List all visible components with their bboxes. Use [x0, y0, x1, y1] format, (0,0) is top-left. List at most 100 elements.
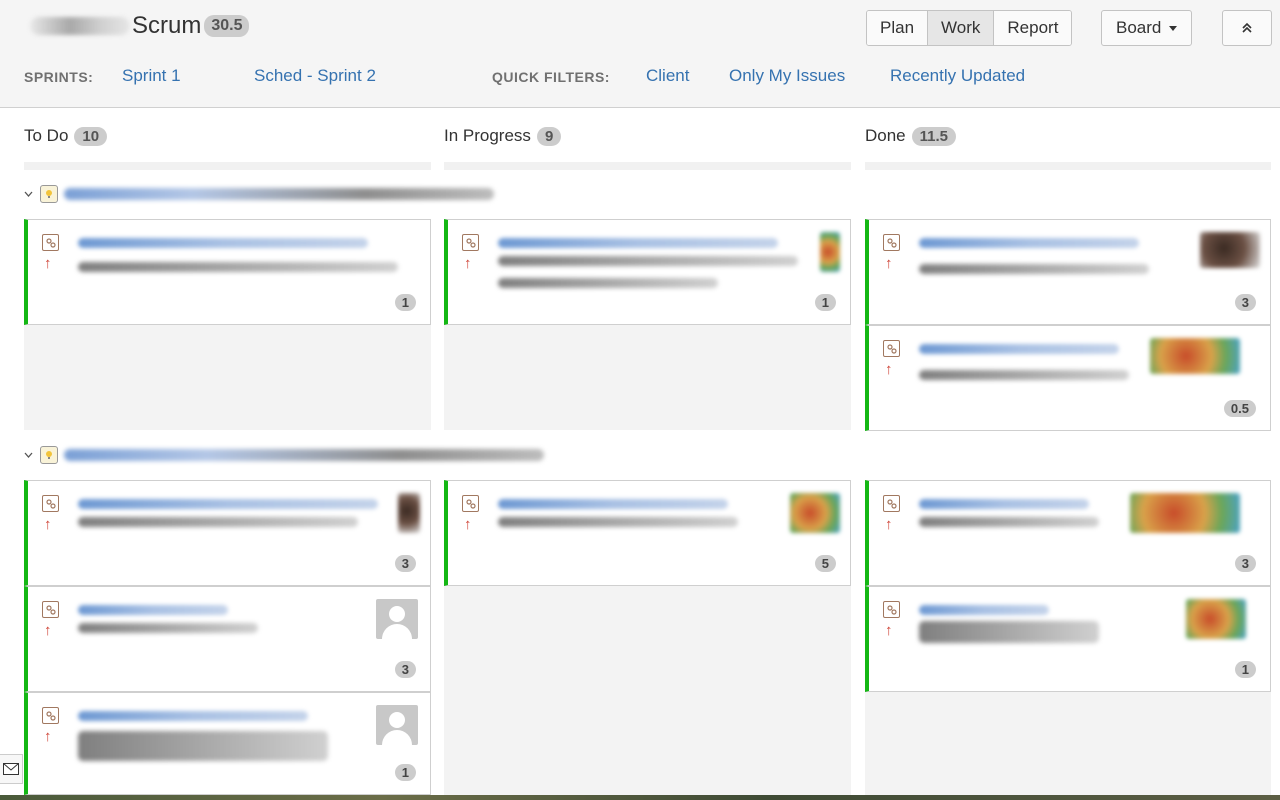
column-header-done: Done 11.5 [865, 126, 957, 146]
redacted-summary [498, 238, 778, 248]
epic-lightbulb-icon [40, 185, 58, 203]
column-divider [24, 162, 431, 170]
default-avatar-icon [376, 599, 418, 639]
story-type-icon [462, 495, 479, 512]
swimlane-header[interactable] [22, 184, 494, 204]
sched-sprint-2-link[interactable]: Sched - Sprint 2 [254, 66, 376, 86]
issue-card[interactable]: ↑ 3 [24, 480, 431, 586]
assignee-avatar [820, 232, 840, 272]
story-type-icon [42, 601, 59, 618]
desktop-background-strip [0, 795, 1280, 800]
board-menu-label: Board [1116, 18, 1162, 37]
redacted-summary [919, 264, 1149, 274]
estimate-badge: 3 [1234, 555, 1256, 572]
arrow-up-icon: ↑ [44, 622, 52, 639]
story-type-icon [462, 234, 479, 251]
arrow-up-icon: ↑ [464, 255, 472, 272]
redacted-summary [919, 344, 1119, 354]
story-type-icon [42, 495, 59, 512]
assignee-avatar [1200, 232, 1260, 268]
column-title: To Do [24, 126, 69, 145]
arrow-up-icon: ↑ [885, 361, 893, 378]
double-chevron-up-icon [1242, 22, 1252, 33]
redacted-summary [919, 370, 1129, 380]
redacted-summary [78, 711, 308, 721]
issue-card[interactable]: ↑ 0.5 [865, 325, 1271, 431]
board-title: Scrum 30.5 [30, 12, 250, 40]
sprint-1-link[interactable]: Sprint 1 [122, 66, 181, 86]
arrow-up-icon: ↑ [44, 516, 52, 533]
estimate-badge: 3 [394, 661, 416, 678]
redacted-summary [498, 256, 798, 266]
issue-card[interactable]: ↑ 1 [24, 219, 431, 325]
assignee-avatar [790, 493, 840, 533]
issue-card[interactable]: ↑ 3 [865, 480, 1271, 586]
column-title: In Progress [444, 126, 531, 145]
arrow-up-icon: ↑ [44, 255, 52, 272]
quick-filters-label: QUICK FILTERS: [492, 69, 610, 85]
client-filter[interactable]: Client [646, 66, 689, 86]
redacted-swimlane-title [64, 449, 544, 461]
redacted-summary [919, 499, 1089, 509]
swimlane-header[interactable] [22, 445, 544, 465]
board-title-text: Scrum [132, 12, 202, 39]
column-title: Done [865, 126, 906, 145]
redacted-summary [919, 621, 1099, 643]
story-type-icon [883, 495, 900, 512]
estimate-badge: 5 [814, 555, 836, 572]
story-type-icon [883, 601, 900, 618]
estimate-badge: 1 [814, 294, 836, 311]
redacted-summary [919, 517, 1099, 527]
redacted-summary [498, 517, 738, 527]
work-mode-button[interactable]: Work [928, 11, 995, 45]
estimate-badge: 1 [1234, 661, 1256, 678]
redacted-summary [919, 605, 1049, 615]
recently-updated-filter[interactable]: Recently Updated [890, 66, 1025, 86]
chevron-down-icon[interactable] [22, 188, 34, 200]
board-header: Scrum 30.5 Plan Work Report Board SPRINT… [0, 0, 1280, 108]
column-count-badge: 11.5 [911, 126, 957, 146]
assignee-avatar [398, 493, 420, 533]
story-type-icon [883, 340, 900, 357]
redacted-summary [78, 731, 328, 761]
report-mode-button[interactable]: Report [994, 11, 1072, 45]
column-count-badge: 10 [74, 126, 108, 146]
story-type-icon [883, 234, 900, 251]
plan-mode-button[interactable]: Plan [867, 11, 929, 45]
arrow-up-icon: ↑ [885, 255, 893, 272]
issue-card[interactable]: ↑ 1 [24, 692, 431, 795]
estimate-badge: 3 [394, 555, 416, 572]
chevron-down-icon[interactable] [22, 449, 34, 461]
issue-card[interactable]: ↑ 3 [865, 219, 1271, 325]
redacted-summary [78, 517, 358, 527]
arrow-up-icon: ↑ [464, 516, 472, 533]
issue-card[interactable]: ↑ 5 [444, 480, 851, 586]
redacted-project-name [30, 17, 130, 35]
issue-card[interactable]: ↑ 1 [444, 219, 851, 325]
redacted-summary [78, 623, 258, 633]
default-avatar-icon [376, 705, 418, 745]
estimate-badge: 1 [394, 764, 416, 781]
feedback-button[interactable] [0, 754, 23, 784]
collapse-header-button[interactable] [1222, 10, 1272, 46]
redacted-summary [78, 262, 398, 272]
filter-bar: SPRINTS: Sprint 1 Sched - Sprint 2 QUICK… [0, 66, 1280, 88]
column-divider [444, 162, 851, 170]
issue-card[interactable]: ↑ 1 [865, 586, 1271, 692]
epic-lightbulb-icon [40, 446, 58, 464]
issue-card[interactable]: ↑ 3 [24, 586, 431, 692]
estimate-badge: 1 [394, 294, 416, 311]
column-divider [865, 162, 1271, 170]
redacted-swimlane-title [64, 188, 494, 200]
redacted-summary [919, 238, 1139, 248]
sprints-label: SPRINTS: [24, 69, 94, 85]
estimate-badge: 0.5 [1223, 400, 1256, 417]
only-my-issues-filter[interactable]: Only My Issues [729, 66, 845, 86]
board-menu-button[interactable]: Board [1101, 10, 1193, 46]
assignee-avatar [1130, 493, 1240, 533]
column-header-todo: To Do 10 [24, 126, 108, 146]
redacted-summary [498, 499, 728, 509]
view-switcher: Plan Work Report [866, 10, 1073, 46]
envelope-icon [3, 763, 19, 775]
redacted-summary [78, 238, 368, 248]
